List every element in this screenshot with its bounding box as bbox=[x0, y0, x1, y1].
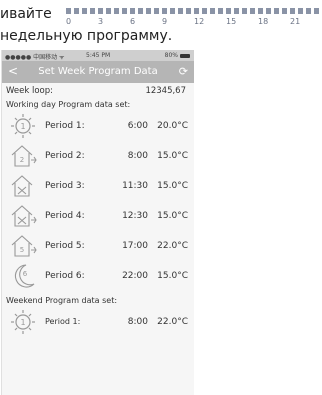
tick-label: 9 bbox=[162, 17, 168, 26]
house-leave-icon: 2 bbox=[11, 145, 37, 167]
moon-icon: 6 bbox=[14, 264, 35, 288]
battery-status: 80% bbox=[165, 52, 190, 59]
caption-line-1: ивайте bbox=[0, 6, 52, 22]
period-label: Period 3: bbox=[45, 181, 85, 191]
period-number: 1 bbox=[20, 122, 25, 131]
house-leave-icon bbox=[11, 205, 37, 227]
weekend-period-row[interactable]: 1 Period 1: 8:00 22.0°C bbox=[2, 308, 194, 336]
tick-label: 6 bbox=[130, 17, 136, 26]
period-temp: 15.0°C bbox=[157, 271, 188, 281]
phone-screen: ●●●●● 中国移动 ᯤ 5:45 PM 80% < Set Week Prog… bbox=[1, 50, 194, 395]
period-temp: 22.0°C bbox=[157, 317, 188, 327]
period-label: Period 1: bbox=[45, 317, 81, 326]
caption-line-2: недельную программу. bbox=[0, 28, 173, 44]
tick-label: 3 bbox=[98, 17, 104, 26]
house-return-icon: 5 bbox=[11, 235, 37, 257]
sun-1-icon: 1 bbox=[11, 114, 35, 138]
period-number: 5 bbox=[20, 246, 24, 254]
weekend-section-title: Weekend Program data set: bbox=[6, 296, 118, 305]
period-number: 2 bbox=[20, 156, 24, 164]
period-label: Period 2: bbox=[45, 151, 85, 161]
timeline-ticks: 0 3 6 9 12 15 18 21 bbox=[66, 17, 310, 26]
timeline-bars bbox=[66, 8, 322, 14]
period-time: 8:00 bbox=[127, 317, 148, 327]
tick-label: 12 bbox=[194, 17, 205, 26]
period-time: 17:00 bbox=[122, 241, 148, 251]
battery-percent: 80% bbox=[164, 52, 178, 59]
tick-label: 0 bbox=[66, 17, 72, 26]
period-time: 12:30 bbox=[122, 211, 148, 221]
period-label: Period 4: bbox=[45, 211, 85, 221]
battery-icon bbox=[180, 53, 190, 58]
status-bar: ●●●●● 中国移动 ᯤ 5:45 PM 80% bbox=[2, 50, 194, 61]
page-title: Set Week Program Data bbox=[38, 66, 158, 77]
period-time: 22:00 bbox=[122, 271, 148, 281]
working-period-row[interactable]: 2 Period 2: 8:00 15.0°C bbox=[2, 142, 194, 170]
week-loop-value[interactable]: 12345,67 bbox=[145, 86, 186, 96]
period-temp: 20.0°C bbox=[157, 121, 188, 131]
period-label: Period 6: bbox=[45, 271, 85, 281]
working-day-section-title: Working day Program data set: bbox=[6, 100, 131, 109]
house-return-icon bbox=[11, 175, 33, 197]
tick-label: 15 bbox=[226, 17, 237, 26]
period-number: 6 bbox=[23, 270, 28, 278]
working-period-row[interactable]: 6 Period 6: 22:00 15.0°C bbox=[2, 262, 194, 290]
working-period-row[interactable]: 5 Period 5: 17:00 22.0°C bbox=[2, 232, 194, 260]
working-period-row[interactable]: 1 Period 1: 6:00 20.0°C bbox=[2, 112, 194, 140]
refresh-button[interactable]: ⟳ bbox=[179, 65, 188, 78]
nav-bar: < Set Week Program Data ⟳ bbox=[2, 61, 194, 83]
period-temp: 15.0°C bbox=[157, 151, 188, 161]
sun-1-icon: 1 bbox=[11, 310, 35, 334]
period-time: 6:00 bbox=[127, 121, 148, 131]
period-number: 1 bbox=[20, 318, 25, 327]
tick-label: 18 bbox=[258, 17, 269, 26]
period-temp: 15.0°C bbox=[157, 181, 188, 191]
timeline-graphic: 0 3 6 9 12 15 18 21 bbox=[66, 4, 322, 30]
period-temp: 15.0°C bbox=[157, 211, 188, 221]
working-period-row[interactable]: Period 3: 11:30 15.0°C bbox=[2, 172, 194, 200]
period-label: Period 1: bbox=[45, 121, 85, 131]
carrier-signal: ●●●●● 中国移动 ᯤ bbox=[5, 54, 65, 61]
period-time: 8:00 bbox=[127, 151, 148, 161]
period-temp: 22.0°C bbox=[157, 241, 188, 251]
working-period-row[interactable]: Period 4: 12:30 15.0°C bbox=[2, 202, 194, 230]
status-time: 5:45 PM bbox=[86, 52, 111, 59]
period-time: 11:30 bbox=[122, 181, 148, 191]
period-label: Period 5: bbox=[45, 241, 85, 251]
tick-label: 21 bbox=[290, 17, 301, 26]
